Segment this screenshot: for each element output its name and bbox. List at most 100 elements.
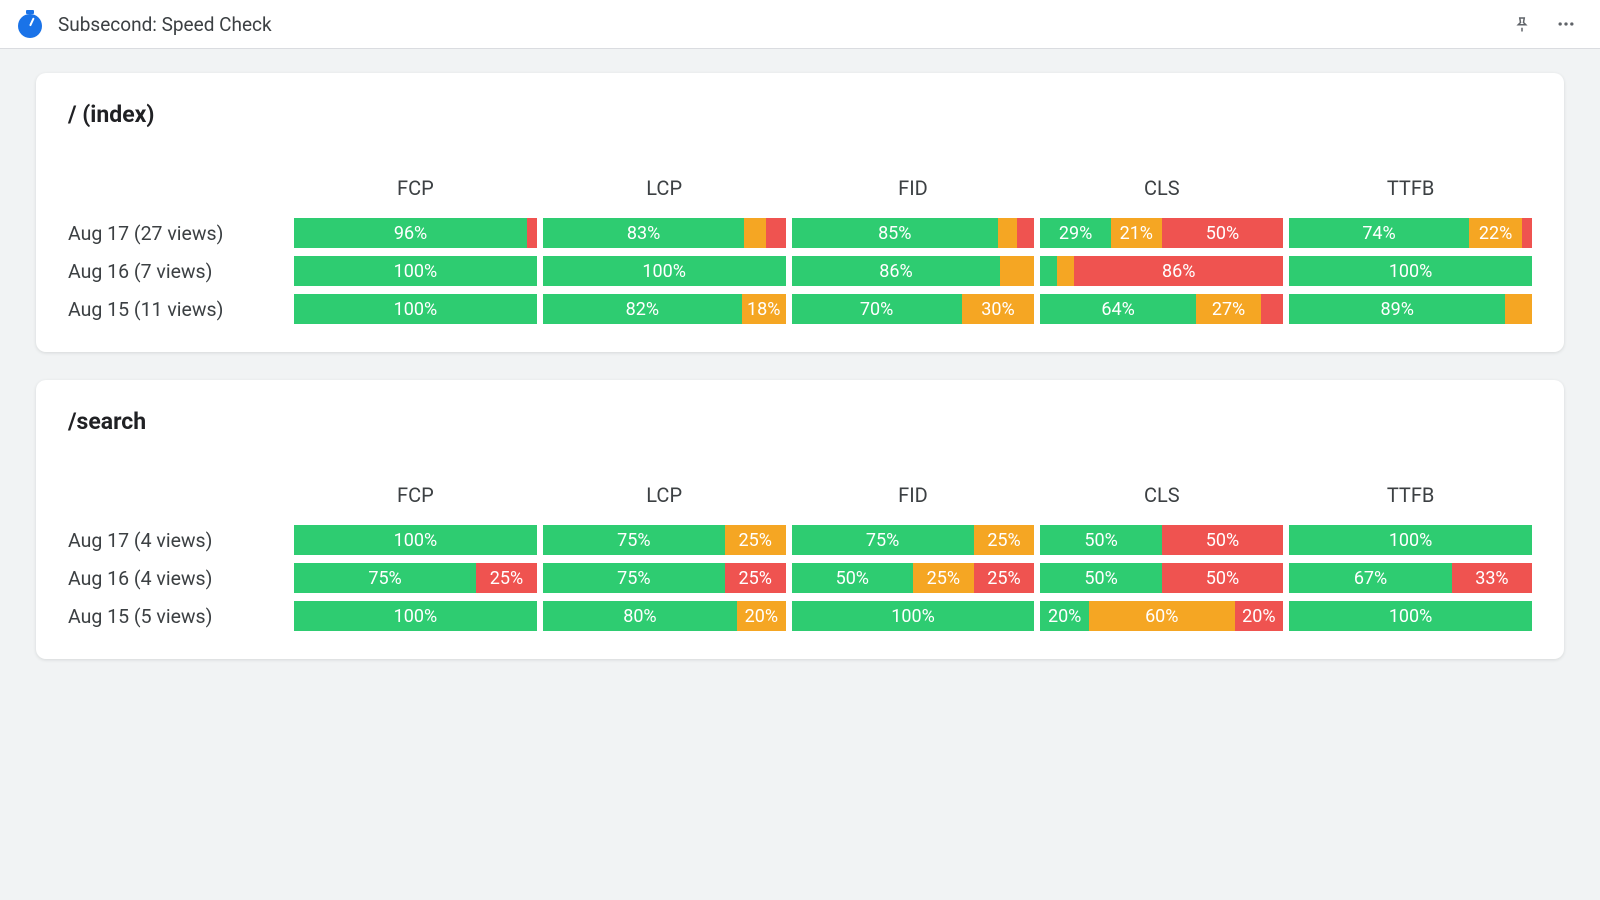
stacked-bar[interactable]: 100% (1289, 525, 1532, 555)
stacked-bar[interactable]: 86% (792, 256, 1035, 286)
stacked-bar[interactable]: 70%30% (792, 294, 1035, 324)
row-label: Aug 16 (7 views) (68, 260, 288, 283)
bar-segment (998, 218, 1017, 248)
bar-segment: 83% (543, 218, 745, 248)
stacked-bar[interactable]: 29%21%50% (1040, 218, 1283, 248)
stacked-bar[interactable]: 75%25% (543, 525, 786, 555)
bar-segment: 25% (725, 563, 786, 593)
stacked-bar[interactable]: 100% (543, 256, 786, 286)
bar-segment: 80% (543, 601, 737, 631)
col-header: FCP (294, 176, 537, 210)
bar-segment: 50% (1162, 563, 1283, 593)
bar-segment: 100% (543, 256, 786, 286)
bar-segment: 18% (742, 294, 786, 324)
bar-segment: 75% (543, 525, 725, 555)
metrics-card: /searchFCPLCPFIDCLSTTFBAug 17 (4 views)1… (36, 380, 1564, 659)
bar-segment: 100% (294, 256, 537, 286)
bar-segment: 96% (294, 218, 527, 248)
card-title: /search (68, 408, 1532, 435)
bar-segment: 50% (1162, 525, 1283, 555)
bar-segment (1017, 218, 1034, 248)
bar-segment: 60% (1089, 601, 1235, 631)
col-header: CLS (1040, 176, 1283, 210)
stacked-bar[interactable]: 96% (294, 218, 537, 248)
bar-segment: 25% (974, 563, 1035, 593)
col-header: TTFB (1289, 483, 1532, 517)
stacked-bar[interactable]: 86% (1040, 256, 1283, 286)
stacked-bar[interactable]: 100% (792, 601, 1035, 631)
bar-segment: 89% (1289, 294, 1505, 324)
bar-segment: 85% (792, 218, 998, 248)
pin-icon[interactable] (1508, 10, 1536, 38)
bar-segment: 75% (543, 563, 725, 593)
stacked-bar[interactable]: 75%25% (294, 563, 537, 593)
bar-segment: 70% (792, 294, 962, 324)
content-area: / (index)FCPLCPFIDCLSTTFBAug 17 (27 view… (0, 49, 1600, 711)
bar-segment: 20% (737, 601, 786, 631)
col-header: LCP (543, 483, 786, 517)
row-label: Aug 15 (5 views) (68, 605, 288, 628)
bar-segment: 20% (1040, 601, 1089, 631)
header-bar: Subsecond: Speed Check (0, 0, 1600, 49)
bar-segment (1522, 218, 1532, 248)
more-icon[interactable] (1552, 10, 1580, 38)
row-label: Aug 15 (11 views) (68, 298, 288, 321)
metrics-grid: FCPLCPFIDCLSTTFBAug 17 (4 views)100%75%2… (68, 483, 1532, 631)
col-header: CLS (1040, 483, 1283, 517)
stacked-bar[interactable]: 50%50% (1040, 563, 1283, 593)
bar-segment (1261, 294, 1283, 324)
bar-segment (766, 218, 785, 248)
row-label: Aug 17 (27 views) (68, 222, 288, 245)
bar-segment (744, 218, 766, 248)
stacked-bar[interactable]: 75%25% (792, 525, 1035, 555)
bar-segment: 29% (1040, 218, 1110, 248)
stacked-bar[interactable]: 50%50% (1040, 525, 1283, 555)
bar-segment: 75% (294, 563, 476, 593)
bar-segment: 100% (792, 601, 1035, 631)
stacked-bar[interactable]: 20%60%20% (1040, 601, 1283, 631)
stacked-bar[interactable]: 83% (543, 218, 786, 248)
bar-segment: 75% (792, 525, 974, 555)
bar-segment: 33% (1452, 563, 1532, 593)
stacked-bar[interactable]: 80%20% (543, 601, 786, 631)
bar-segment: 100% (1289, 256, 1532, 286)
row-label: Aug 17 (4 views) (68, 529, 288, 552)
stacked-bar[interactable]: 100% (294, 294, 537, 324)
stacked-bar[interactable]: 100% (294, 256, 537, 286)
stacked-bar[interactable]: 100% (1289, 256, 1532, 286)
stacked-bar[interactable]: 64%27% (1040, 294, 1283, 324)
bar-segment: 67% (1289, 563, 1452, 593)
col-header: FID (792, 483, 1035, 517)
stacked-bar[interactable]: 67%33% (1289, 563, 1532, 593)
bar-segment (527, 218, 537, 248)
bar-segment: 50% (792, 563, 913, 593)
stacked-bar[interactable]: 100% (1289, 601, 1532, 631)
stacked-bar[interactable]: 50%25%25% (792, 563, 1035, 593)
bar-segment: 50% (1040, 525, 1161, 555)
stacked-bar[interactable]: 75%25% (543, 563, 786, 593)
bar-segment: 25% (725, 525, 786, 555)
bar-segment: 21% (1111, 218, 1162, 248)
bar-segment: 30% (962, 294, 1035, 324)
stacked-bar[interactable]: 85% (792, 218, 1035, 248)
stacked-bar[interactable]: 100% (294, 601, 537, 631)
bar-segment (1057, 256, 1074, 286)
metrics-grid: FCPLCPFIDCLSTTFBAug 17 (27 views)96%83%8… (68, 176, 1532, 324)
stacked-bar[interactable]: 89% (1289, 294, 1532, 324)
header-actions (1508, 10, 1580, 38)
col-header: FID (792, 176, 1035, 210)
page-title: Subsecond: Speed Check (58, 13, 1494, 36)
bar-segment: 86% (1074, 256, 1283, 286)
bar-segment (1000, 256, 1034, 286)
stacked-bar[interactable]: 74%22% (1289, 218, 1532, 248)
bar-segment: 22% (1469, 218, 1522, 248)
bar-segment: 100% (294, 525, 537, 555)
bar-segment: 74% (1289, 218, 1469, 248)
bar-segment: 50% (1162, 218, 1283, 248)
stacked-bar[interactable]: 100% (294, 525, 537, 555)
stacked-bar[interactable]: 82%18% (543, 294, 786, 324)
bar-segment: 25% (974, 525, 1035, 555)
bar-segment: 20% (1235, 601, 1284, 631)
bar-segment: 25% (913, 563, 974, 593)
bar-segment: 25% (476, 563, 537, 593)
